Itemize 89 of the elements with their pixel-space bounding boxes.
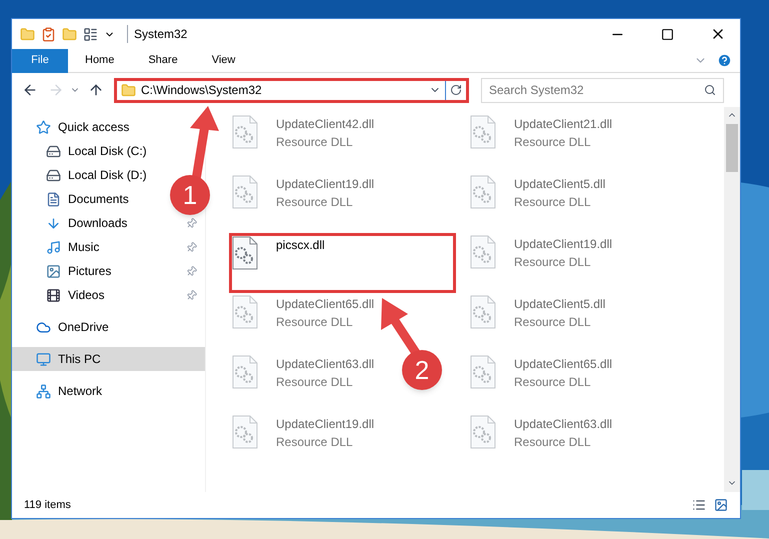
- file-type: Resource DLL: [276, 134, 354, 151]
- music-note-icon: [46, 240, 61, 254]
- file-item[interactable]: UpdateClient65.dll Resource DLL: [232, 293, 374, 331]
- ribbon-tab[interactable]: View: [194, 48, 252, 72]
- gear-file-icon: [470, 355, 496, 389]
- gear-file-icon: [232, 355, 258, 389]
- item-count: 119 items: [24, 498, 71, 513]
- sidebar-item[interactable]: Documents: [12, 187, 137, 211]
- document-icon: [46, 192, 61, 206]
- scrollbar[interactable]: [724, 107, 740, 492]
- file-item[interactable]: picscx.dll: [229, 233, 456, 293]
- monitor-icon: [36, 352, 51, 366]
- down-arrow-icon: [46, 216, 61, 230]
- file-name: UpdateClient65.dll: [514, 356, 612, 373]
- file-name: UpdateClient21.dll: [514, 116, 612, 133]
- file-name: UpdateClient65.dll: [276, 296, 374, 313]
- file-name: UpdateClient19.dll: [276, 176, 374, 193]
- drive-icon: [46, 168, 61, 182]
- file-name: UpdateClient19.dll: [276, 416, 374, 433]
- file-type: Resource DLL: [276, 434, 354, 451]
- file-item[interactable]: UpdateClient19.dll Resource DLL: [470, 233, 612, 271]
- file-item[interactable]: UpdateClient19.dll Resource DLL: [232, 413, 374, 451]
- file-item[interactable]: UpdateClient5.dll Resource DLL: [470, 173, 606, 211]
- address-field[interactable]: C:\Windows\System32: [114, 78, 469, 102]
- file-type: Resource DLL: [514, 434, 592, 451]
- maximize-icon[interactable]: [661, 28, 674, 40]
- properties-icon[interactable]: [83, 26, 98, 42]
- sidebar-item[interactable]: This PC: [12, 347, 205, 371]
- file-item[interactable]: UpdateClient65.dll Resource DLL: [470, 353, 612, 391]
- star-icon: [36, 120, 51, 134]
- gear-file-icon: [232, 415, 258, 449]
- gear-file-icon: [232, 175, 258, 209]
- gear-file-icon: [470, 415, 496, 449]
- sidebar-item[interactable]: OneDrive: [12, 315, 117, 339]
- file-item[interactable]: UpdateClient63.dll Resource DLL: [232, 353, 374, 391]
- search-field[interactable]: Search System32: [481, 78, 724, 102]
- sidebar-item[interactable]: Local Disk (C:): [12, 139, 155, 163]
- sidebar-item[interactable]: Pictures: [12, 259, 205, 283]
- sidebar-item[interactable]: Videos: [12, 283, 205, 307]
- gear-file-icon: [470, 175, 496, 209]
- file-item[interactable]: UpdateClient5.dll Resource DLL: [470, 293, 606, 331]
- file-name: picscx.dll: [276, 237, 325, 254]
- file-item[interactable]: UpdateClient21.dll Resource DLL: [470, 113, 612, 151]
- sidebar-item[interactable]: Network: [12, 379, 110, 403]
- ribbon-tab[interactable]: Home: [68, 48, 132, 72]
- window-title: System32: [127, 25, 188, 43]
- checklist-icon[interactable]: [41, 26, 56, 42]
- gear-file-icon: [470, 295, 496, 329]
- file-name: UpdateClient63.dll: [514, 416, 612, 433]
- ribbon-tab[interactable]: File: [12, 48, 68, 72]
- gear-file-icon: [232, 295, 258, 329]
- gear-file-icon: [470, 235, 496, 269]
- gear-file-icon: [232, 115, 258, 149]
- up-icon[interactable]: [88, 82, 104, 98]
- picture-icon: [46, 264, 61, 278]
- back-icon[interactable]: [22, 82, 38, 98]
- cloud-icon: [36, 320, 51, 334]
- file-name: UpdateClient63.dll: [276, 356, 374, 373]
- file-item[interactable]: UpdateClient42.dll Resource DLL: [232, 113, 374, 151]
- folder-icon: [121, 82, 136, 98]
- large-icons-view-icon[interactable]: [714, 498, 728, 512]
- network-icon: [36, 384, 51, 398]
- sidebar-item[interactable]: Local Disk (D:): [12, 163, 155, 187]
- film-icon: [46, 288, 61, 302]
- help-icon[interactable]: [717, 53, 732, 68]
- refresh-icon[interactable]: [450, 84, 462, 96]
- file-name: UpdateClient5.dll: [514, 296, 606, 313]
- drive-icon: [46, 144, 61, 158]
- file-type: Resource DLL: [276, 314, 354, 331]
- file-item[interactable]: UpdateClient19.dll Resource DLL: [232, 173, 374, 211]
- file-type: Resource DLL: [514, 254, 592, 271]
- search-icon: [704, 84, 716, 96]
- file-item[interactable]: UpdateClient63.dll Resource DLL: [470, 413, 612, 451]
- file-type: Resource DLL: [514, 134, 592, 151]
- sidebar-item[interactable]: Music: [12, 235, 205, 259]
- file-name: UpdateClient19.dll: [514, 236, 612, 253]
- gear-file-icon: [470, 115, 496, 149]
- details-view-icon[interactable]: [692, 498, 706, 512]
- gear-file-icon: [232, 236, 258, 270]
- ribbon-tab[interactable]: Share: [131, 48, 195, 72]
- file-type: Resource DLL: [514, 194, 592, 211]
- file-type: Resource DLL: [514, 314, 592, 331]
- file-name: UpdateClient5.dll: [514, 176, 606, 193]
- scroll-thumb[interactable]: [726, 124, 738, 172]
- file-type: Resource DLL: [276, 374, 354, 391]
- file-type: Resource DLL: [514, 374, 592, 391]
- file-name: UpdateClient42.dll: [276, 116, 374, 133]
- sidebar-item[interactable]: Quick access: [12, 115, 138, 139]
- file-type: Resource DLL: [276, 194, 354, 211]
